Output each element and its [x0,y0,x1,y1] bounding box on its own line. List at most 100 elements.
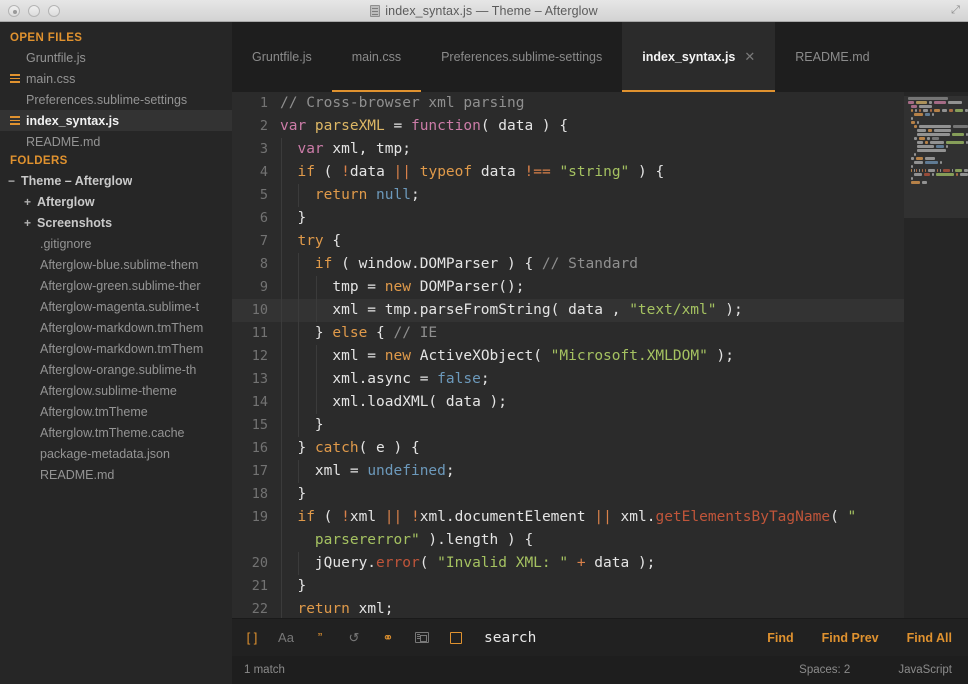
code-line[interactable]: 8 if ( window.DOMParser ) { // Standard [232,253,904,276]
code-token: xml [350,509,385,525]
show-context-icon[interactable] [412,628,432,648]
tab-preferences-sublime-settings[interactable]: Preferences.sublime-settings [421,22,622,92]
code-line-text[interactable]: } catch( e ) { [280,437,904,460]
code-line[interactable]: 10 xml = tmp.parseFromString( data , "te… [232,299,904,322]
tab-gruntfile-js[interactable]: Gruntfile.js [232,22,332,92]
window-controls[interactable] [8,5,60,17]
code-editor[interactable]: 1// Cross-browser xml parsing2var parseX… [232,92,904,618]
code-line[interactable]: 20 jQuery.error( "Invalid XML: " + data … [232,552,904,575]
code-line-text[interactable]: xml.async = false; [280,368,904,391]
find-all-button[interactable]: Find All [907,631,952,645]
minimap-viewport[interactable] [904,96,968,218]
find-buttons: Find Find Prev Find All [767,631,952,645]
code-line[interactable]: 4 if ( !data || typeof data !== "string"… [232,161,904,184]
code-line-text[interactable]: xml = undefined; [280,460,904,483]
folder-item[interactable]: +Screenshots [0,212,232,233]
tab-close-icon[interactable]: ✕ [744,49,755,65]
folder-file-item[interactable]: Afterglow.tmTheme [0,401,232,422]
wrap-icon[interactable]: ↺ [344,628,364,648]
code-line-text[interactable]: var xml, tmp; [280,138,904,161]
open-file-item[interactable]: main.css [0,68,232,89]
regex-icon[interactable]: [ ] [242,628,262,648]
maximize-button[interactable] [48,5,60,17]
open-file-item[interactable]: README.md [0,131,232,152]
code-line[interactable]: 15 } [232,414,904,437]
folder-file-item[interactable]: Afterglow-orange.sublime-th [0,359,232,380]
folder-file-item[interactable]: Afterglow-markdown.tmThem [0,317,232,338]
code-line[interactable]: 3 var xml, tmp; [232,138,904,161]
collapse-icon[interactable]: − [8,174,21,188]
find-button[interactable]: Find [767,631,793,645]
tab-index-syntax-js[interactable]: index_syntax.js✕ [622,22,775,92]
code-line[interactable]: 12 xml = new ActiveXObject( "Microsoft.X… [232,345,904,368]
code-line-text[interactable]: return null; [280,184,904,207]
code-line-text[interactable]: if ( !xml || !xml.documentElement || xml… [280,506,904,552]
open-file-item[interactable]: Gruntfile.js [0,47,232,68]
code-line[interactable]: 7 try { [232,230,904,253]
code-line[interactable]: 11 } else { // IE [232,322,904,345]
case-sensitive-icon[interactable]: Aa [276,628,296,648]
open-file-item[interactable]: Preferences.sublime-settings [0,89,232,110]
code-line[interactable]: 5 return null; [232,184,904,207]
code-line-text[interactable]: if ( window.DOMParser ) { // Standard [280,253,904,276]
code-line-text[interactable]: xml.loadXML( data ); [280,391,904,414]
code-line[interactable]: 21 } [232,575,904,598]
minimap[interactable] [904,92,968,618]
folder-file-item[interactable]: Afterglow-blue.sublime-them [0,254,232,275]
code-line-text[interactable]: xml = new ActiveXObject( "Microsoft.XMLD… [280,345,904,368]
whole-word-icon[interactable]: ” [310,628,330,648]
code-line[interactable]: 16 } catch( e ) { [232,437,904,460]
folder-file-item-label: Afterglow.sublime-theme [40,384,177,398]
open-file-item[interactable]: index_syntax.js [0,110,232,131]
code-line[interactable]: 19 if ( !xml || !xml.documentElement || … [232,506,904,552]
code-token: } [280,210,306,226]
fullscreen-arrows-icon[interactable]: ⤢ [949,4,962,17]
code-line[interactable]: 2var parseXML = function( data ) { [232,115,904,138]
code-line-text[interactable]: // Cross-browser xml parsing [280,92,904,115]
folder-file-item[interactable]: Afterglow-green.sublime-ther [0,275,232,296]
code-line-text[interactable]: } [280,207,904,230]
close-button[interactable] [8,5,20,17]
minimize-button[interactable] [28,5,40,17]
code-token: jQuery. [280,555,376,571]
code-line-text[interactable]: var parseXML = function( data ) { [280,115,904,138]
expand-icon[interactable]: + [24,216,37,230]
code-line[interactable]: 14 xml.loadXML( data ); [232,391,904,414]
indent-setting[interactable]: Spaces: 2 [799,664,850,676]
code-line[interactable]: 9 tmp = new DOMParser(); [232,276,904,299]
code-line[interactable]: 6 } [232,207,904,230]
search-input[interactable] [480,630,767,646]
code-line-text[interactable]: } [280,483,904,506]
code-line-text[interactable]: } [280,414,904,437]
code-line-text[interactable]: tmp = new DOMParser(); [280,276,904,299]
tab-main-css[interactable]: main.css [332,22,421,92]
syntax-setting[interactable]: JavaScript [898,664,952,676]
folder-file-item[interactable]: package-metadata.json [0,443,232,464]
code-line[interactable]: 22 return xml; [232,598,904,618]
code-line-text[interactable]: if ( !data || typeof data !== "string" )… [280,161,904,184]
highlight-results-icon[interactable] [446,628,466,648]
code-line-text[interactable]: xml = tmp.parseFromString( data , "text/… [280,299,904,322]
folder-file-item[interactable]: Afterglow.sublime-theme [0,380,232,401]
tab-readme-md[interactable]: README.md [775,22,889,92]
code-line-text[interactable]: return xml; [280,598,904,618]
code-line-text[interactable]: } [280,575,904,598]
code-line[interactable]: 17 xml = undefined; [232,460,904,483]
code-token: // Cross-browser xml parsing [280,95,524,111]
code-line-text[interactable]: jQuery.error( "Invalid XML: " + data ); [280,552,904,575]
folder-file-item[interactable]: .gitignore [0,233,232,254]
in-selection-icon[interactable]: ⚭ [378,628,398,648]
code-line-text[interactable]: } else { // IE [280,322,904,345]
folder-root[interactable]: −Theme – Afterglow [0,170,232,191]
find-prev-button[interactable]: Find Prev [822,631,879,645]
folder-file-item[interactable]: README.md [0,464,232,485]
expand-icon[interactable]: + [24,195,37,209]
code-line[interactable]: 1// Cross-browser xml parsing [232,92,904,115]
folder-file-item[interactable]: Afterglow-markdown.tmThem [0,338,232,359]
folder-file-item[interactable]: Afterglow.tmTheme.cache [0,422,232,443]
code-line[interactable]: 13 xml.async = false; [232,368,904,391]
folder-file-item[interactable]: Afterglow-magenta.sublime-t [0,296,232,317]
code-line-text[interactable]: try { [280,230,904,253]
code-line[interactable]: 18 } [232,483,904,506]
folder-item[interactable]: +Afterglow [0,191,232,212]
